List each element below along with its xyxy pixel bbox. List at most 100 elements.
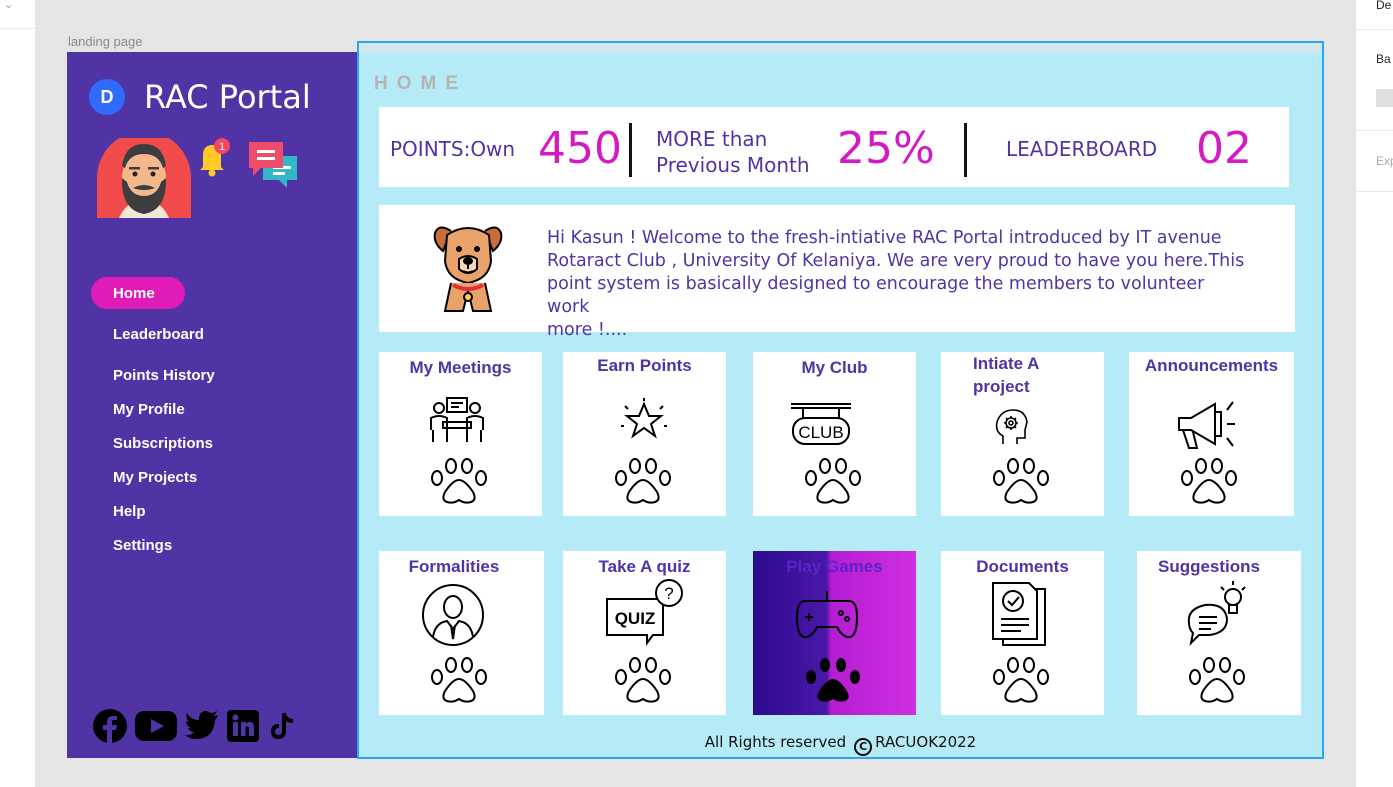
facebook-icon[interactable]: [93, 709, 127, 743]
twitter-icon[interactable]: [185, 711, 219, 741]
welcome-line: more !....: [547, 320, 628, 340]
card-title: My Club: [801, 358, 868, 377]
paw-icon: [806, 658, 860, 702]
stat-divider: [629, 123, 632, 177]
frame-label[interactable]: landing page: [68, 34, 142, 49]
bell-icon[interactable]: 1: [195, 137, 231, 177]
more-value: 25%: [837, 123, 935, 174]
footer-owner: RACUOK2022: [875, 733, 977, 751]
card-title: Earn Points: [597, 356, 692, 375]
youtube-icon[interactable]: [135, 711, 177, 741]
club-sign-icon: CLUB: [791, 403, 851, 445]
brand[interactable]: D RAC Portal: [89, 78, 311, 116]
card-title: Play Games: [786, 557, 883, 576]
brand-title: RAC Portal: [144, 78, 311, 116]
sidebar-item-settings[interactable]: Settings: [113, 537, 172, 554]
more-label-2: Previous Month: [656, 153, 810, 177]
card-title: Take A quiz: [598, 557, 691, 576]
card-title: Formalities: [408, 557, 500, 576]
card-initiate-project[interactable]: Intiate A project: [941, 352, 1104, 516]
head-gear-icon: [995, 409, 1028, 444]
sidebar-item-my-projects[interactable]: My Projects: [113, 469, 197, 486]
divider: [1356, 191, 1393, 192]
copyright-icon: C: [854, 738, 873, 756]
leaderboard-label: LEADERBOARD: [1006, 137, 1158, 161]
footer: All Rights reserved C RACUOK2022: [359, 733, 1322, 756]
points-label: POINTS:Own: [390, 137, 516, 161]
divider: [1356, 130, 1393, 131]
panel-label-de: De: [1376, 0, 1392, 12]
welcome-line: point system is basically designed to en…: [547, 274, 1205, 317]
footer-text: All Rights reserved: [704, 733, 847, 751]
card-title: Suggestions: [1157, 557, 1260, 576]
paw-icon: [615, 657, 671, 703]
card-title: My Meetings: [409, 358, 512, 377]
chevron-down-icon[interactable]: ⌄: [4, 0, 13, 11]
leaderboard-value: 02: [1196, 123, 1252, 174]
card-announcements[interactable]: Announcements: [1129, 352, 1294, 516]
sidebar-item-leaderboard[interactable]: Leaderboard: [113, 326, 204, 343]
gamepad-icon: [795, 591, 859, 639]
more-label-1: MORE than: [656, 127, 768, 151]
sidebar-item-my-profile[interactable]: My Profile: [113, 401, 185, 418]
card-suggestions[interactable]: Suggestions: [1137, 551, 1301, 715]
svg-text:QUIZ: QUIZ: [615, 609, 656, 628]
stat-divider: [964, 123, 967, 177]
panel-label-background: Ba: [1376, 52, 1391, 66]
sidebar-item-help[interactable]: Help: [113, 503, 146, 520]
meeting-icon: [430, 397, 484, 442]
points-value: 450: [538, 123, 622, 174]
paw-icon: [431, 657, 487, 703]
document-check-icon: [992, 582, 1046, 646]
sidebar: D RAC Portal 1 Home Leaderboard Points H…: [67, 52, 357, 758]
divider: [0, 28, 36, 29]
tiktok-icon[interactable]: [267, 711, 295, 741]
dog-mascot-icon: [433, 226, 503, 312]
paw-icon: [1189, 657, 1245, 703]
card-my-club[interactable]: My Club CLUB: [753, 352, 916, 516]
welcome-line: Rotaract Club , University Of Kelaniya. …: [547, 251, 1245, 271]
card-my-meetings[interactable]: My Meetings: [379, 352, 542, 516]
main-content: HOME POINTS:Own 450 MORE than Previous M…: [357, 41, 1324, 759]
card-title-line: project: [973, 377, 1030, 396]
card-title: Intiate A project: [973, 352, 1093, 398]
idea-chat-icon: [1187, 581, 1246, 647]
canvas-left-strip: ⌄: [0, 0, 36, 787]
social-links: [93, 709, 295, 743]
card-formalities[interactable]: Formalities: [379, 551, 544, 715]
panel-label-export[interactable]: Exp: [1376, 154, 1393, 168]
card-take-quiz[interactable]: Take A quiz QUIZ ?: [563, 551, 726, 715]
sidebar-item-subscriptions[interactable]: Subscriptions: [113, 435, 213, 452]
background-color-swatch[interactable]: [1376, 89, 1393, 107]
card-documents[interactable]: Documents: [941, 551, 1104, 715]
paw-icon: [993, 657, 1049, 703]
card-title: Documents: [976, 557, 1069, 576]
sidebar-item-home[interactable]: Home: [91, 277, 185, 309]
sidebar-item-points-history[interactable]: Points History: [113, 367, 215, 384]
person-suit-icon: [422, 584, 484, 646]
brand-logo: D: [89, 79, 125, 115]
paw-icon: [615, 458, 671, 504]
paw-icon: [1181, 458, 1237, 504]
page-title: HOME: [374, 73, 467, 94]
paw-icon: [993, 458, 1049, 504]
welcome-message: Hi Kasun ! Welcome to the fresh-intiativ…: [547, 227, 1247, 342]
star-icon: [621, 398, 667, 439]
linkedin-icon[interactable]: [227, 710, 259, 742]
svg-text:?: ?: [664, 584, 673, 603]
card-title: Announcements: [1144, 356, 1279, 375]
welcome-card: Hi Kasun ! Welcome to the fresh-intiativ…: [379, 205, 1295, 340]
paw-icon: [805, 458, 861, 504]
chat-icon[interactable]: [247, 142, 299, 190]
megaphone-icon: [1178, 401, 1235, 449]
top-stripe: [359, 43, 1322, 53]
divider: [1356, 29, 1393, 30]
card-title-line: Intiate A: [973, 354, 1040, 373]
svg-text:CLUB: CLUB: [798, 423, 843, 442]
notification-count: 1: [219, 141, 225, 153]
paw-icon: [431, 458, 487, 504]
stats-bar: POINTS:Own 450 MORE than Previous Month …: [379, 107, 1289, 187]
card-play-games[interactable]: Play Games: [753, 551, 916, 715]
avatar[interactable]: [97, 138, 191, 218]
card-earn-points[interactable]: Earn Points: [563, 352, 726, 516]
